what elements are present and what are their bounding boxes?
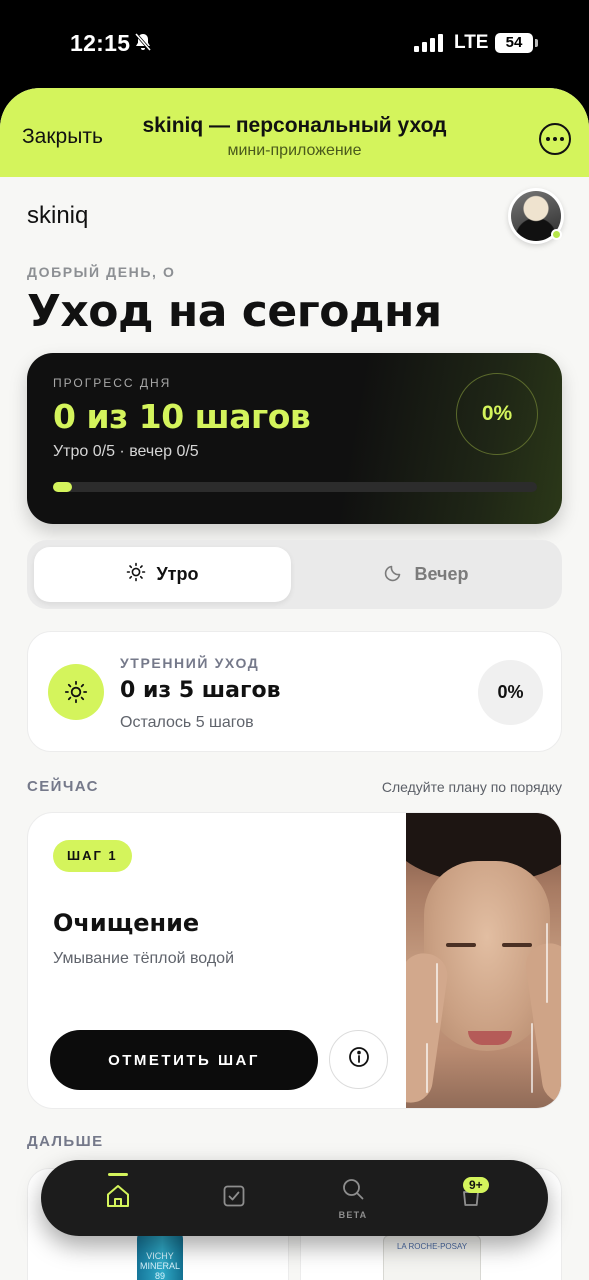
mini-app-header: Закрыть skiniq — персональный уход мини-… — [0, 88, 589, 177]
daily-progress-detail: Утро 0/5 · вечер 0/5 — [53, 443, 199, 460]
mini-app-subtitle: мини-приложение — [227, 142, 362, 159]
routine-progress-value: 0 из 5 шагов — [120, 678, 281, 703]
daily-progress-ring: 0% — [456, 373, 538, 455]
home-icon — [104, 1182, 132, 1215]
tab-morning[interactable]: Утро — [34, 547, 291, 602]
sun-icon — [126, 562, 146, 587]
tab-evening[interactable]: Вечер — [298, 547, 555, 602]
routine-time-switch: Утро Вечер — [27, 540, 562, 609]
tab-home[interactable] — [83, 1160, 153, 1236]
status-time: 12:15 — [70, 30, 131, 56]
product-label: VICHY MINERAL 89 — [139, 1251, 180, 1280]
bell-muted-icon — [133, 32, 153, 57]
active-tab-indicator — [108, 1173, 128, 1176]
daily-progress-bar — [53, 482, 537, 492]
search-icon — [340, 1176, 366, 1207]
more-options-button[interactable] — [539, 123, 571, 155]
mini-app-sheet: Закрыть skiniq — персональный уход мини-… — [0, 88, 589, 1280]
sun-icon — [48, 664, 104, 720]
daily-progress-label: ПРОГРЕСС ДНЯ — [53, 376, 172, 390]
tab-cart[interactable]: 9+ — [436, 1160, 506, 1236]
avatar[interactable] — [508, 188, 564, 244]
tab-search[interactable]: BETA — [318, 1160, 388, 1236]
brand-name: skiniq — [27, 202, 89, 229]
step-photo — [406, 813, 561, 1108]
online-status-dot — [551, 229, 562, 240]
bottom-tab-bar: BETA 9+ — [41, 1160, 548, 1236]
beta-label: BETA — [338, 1210, 368, 1220]
page-title: Уход на сегодня — [27, 286, 442, 337]
section-next-title: ДАЛЬШЕ — [27, 1133, 104, 1150]
step-description: Умывание тёплой водой — [53, 950, 235, 967]
product-label: LA ROCHE-POSAY — [396, 1242, 468, 1251]
routine-label: УТРЕННИЙ УХОД — [120, 655, 260, 671]
battery-icon: 54 — [495, 33, 538, 53]
section-now-title: СЕЙЧАС — [27, 778, 99, 795]
section-now-hint: Следуйте плану по порядку — [381, 779, 562, 795]
current-step-card: ШАГ 1 Очищение Умывание тёплой водой ОТМ… — [27, 812, 562, 1109]
signal-icon — [414, 34, 443, 52]
status-bar: 12:15 LTE 54 — [0, 0, 589, 88]
tab-checklist[interactable] — [199, 1160, 269, 1236]
daily-progress-value: 0 из 10 шагов — [53, 397, 311, 436]
product-image: LA ROCHE-POSAY — [383, 1235, 481, 1280]
tab-evening-label: Вечер — [414, 564, 469, 584]
routine-remaining: Осталось 5 шагов — [120, 714, 254, 731]
info-button[interactable] — [329, 1030, 388, 1089]
cart-count-badge: 9+ — [463, 1177, 489, 1193]
info-icon — [348, 1046, 370, 1073]
morning-routine-card[interactable]: УТРЕННИЙ УХОД 0 из 5 шагов Осталось 5 ша… — [27, 631, 562, 752]
step-badge: ШАГ 1 — [53, 840, 132, 872]
mini-app-title: skiniq — персональный уход — [142, 114, 447, 137]
checklist-icon — [221, 1183, 247, 1214]
moon-icon — [384, 562, 404, 587]
routine-percent: 0% — [478, 660, 543, 725]
product-image: VICHY MINERAL 89 — [137, 1229, 183, 1280]
mark-step-button[interactable]: ОТМЕТИТЬ ШАГ — [50, 1030, 318, 1090]
network-type: LTE — [454, 32, 489, 53]
daily-progress-card: ПРОГРЕСС ДНЯ 0 из 10 шагов Утро 0/5 · ве… — [27, 353, 562, 524]
step-title: Очищение — [53, 909, 200, 937]
daily-progress-bar-fill — [53, 482, 72, 492]
tab-morning-label: Утро — [156, 564, 199, 584]
greeting: ДОБРЫЙ ДЕНЬ, О — [27, 264, 176, 280]
